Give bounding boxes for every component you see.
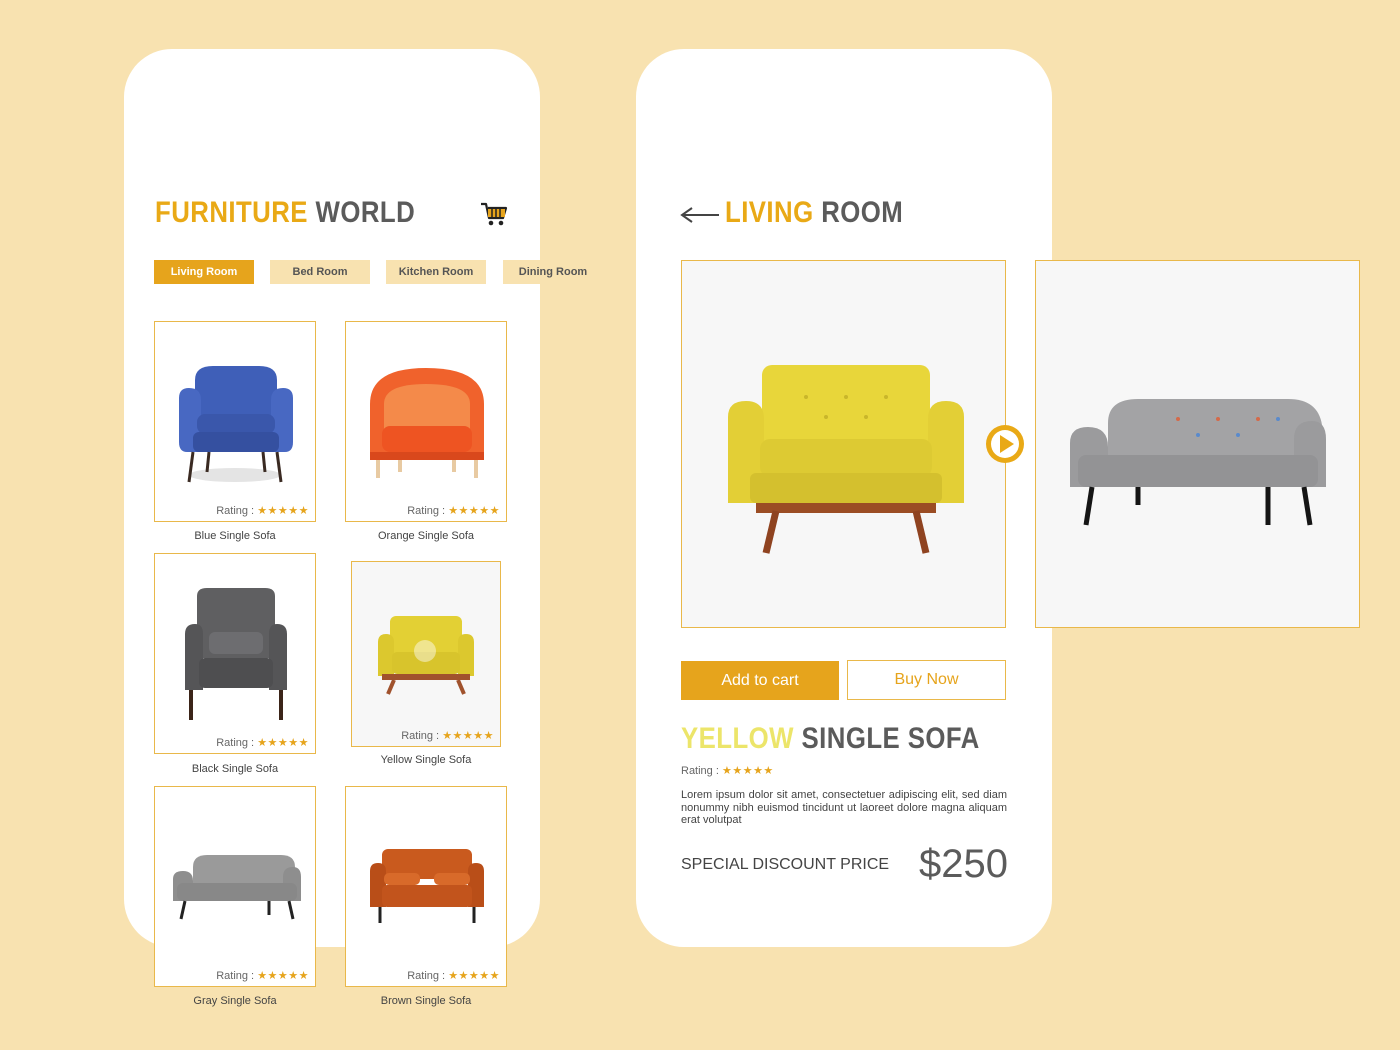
product-name: Yellow Single Sofa: [380, 754, 472, 766]
add-to-cart-button[interactable]: Add to cart: [681, 661, 839, 700]
product-name: Gray Single Sofa: [193, 995, 277, 1007]
tab-dining-room[interactable]: Dining Room: [503, 260, 603, 284]
rating-stars: ★★★★★: [721, 765, 774, 777]
shopping-cart-icon[interactable]: [480, 201, 508, 227]
product-price: $250: [919, 842, 1008, 886]
brand-title: FURNITURE WORLD: [155, 196, 416, 229]
play-icon[interactable]: [985, 424, 1025, 464]
rating-stars: ★★★★★: [257, 505, 309, 517]
rating: Rating : ★★★★★: [216, 737, 309, 749]
gray-sofa-image: [1070, 399, 1326, 526]
tab-bed-room[interactable]: Bed Room: [270, 260, 370, 284]
product-card-black-sofa[interactable]: Rating : ★★★★★: [154, 553, 316, 754]
tab-living-room[interactable]: Living Room: [154, 260, 254, 284]
product-name: Orange Single Sofa: [377, 530, 474, 542]
product-card-yellow-sofa[interactable]: Rating : ★★★★★: [351, 561, 501, 747]
product-title: YELLOW SINGLE SOFA: [681, 722, 980, 755]
tab-kitchen-room[interactable]: Kitchen Room: [386, 260, 486, 284]
product-rating: Rating : ★★★★★: [681, 765, 774, 777]
blue-armchair-image: [179, 366, 293, 483]
rating-stars: ★★★★★: [448, 505, 500, 517]
yellow-armchair-image: [378, 616, 474, 695]
rating: Rating : ★★★★★: [401, 730, 494, 742]
product-image-main[interactable]: [681, 260, 1006, 628]
yellow-armchair-image: [728, 365, 964, 554]
rating-stars: ★★★★★: [257, 737, 309, 749]
product-card-orange-sofa[interactable]: Rating : ★★★★★: [345, 321, 507, 522]
product-name: Black Single Sofa: [191, 763, 279, 775]
rating: Rating : ★★★★★: [216, 505, 309, 517]
product-image-secondary[interactable]: [1035, 260, 1360, 628]
rating: Rating : ★★★★★: [216, 970, 309, 982]
orange-armchair-image: [370, 368, 484, 478]
product-description: Lorem ipsum dolor sit amet, consectetuer…: [681, 789, 1007, 826]
arrow-left-icon[interactable]: [680, 205, 720, 225]
rating: Rating : ★★★★★: [407, 505, 500, 517]
product-card-brown-sofa[interactable]: Rating : ★★★★★: [345, 786, 507, 987]
rating-stars: ★★★★★: [442, 730, 494, 742]
rating-stars: ★★★★★: [448, 970, 500, 982]
black-armchair-image: [185, 588, 287, 720]
brown-sofa-image: [370, 849, 484, 923]
product-card-gray-sofa[interactable]: Rating : ★★★★★: [154, 786, 316, 987]
price-label: SPECIAL DISCOUNT PRICE: [681, 856, 890, 873]
product-card-blue-sofa[interactable]: Rating : ★★★★★: [154, 321, 316, 522]
product-name: Blue Single Sofa: [194, 530, 276, 542]
product-name: Brown Single Sofa: [380, 995, 472, 1007]
rating: Rating : ★★★★★: [407, 970, 500, 982]
gray-sofa-image: [173, 855, 301, 920]
category-title: LIVING ROOM: [725, 196, 904, 229]
buy-now-button[interactable]: Buy Now: [847, 660, 1006, 700]
rating-stars: ★★★★★: [257, 970, 309, 982]
